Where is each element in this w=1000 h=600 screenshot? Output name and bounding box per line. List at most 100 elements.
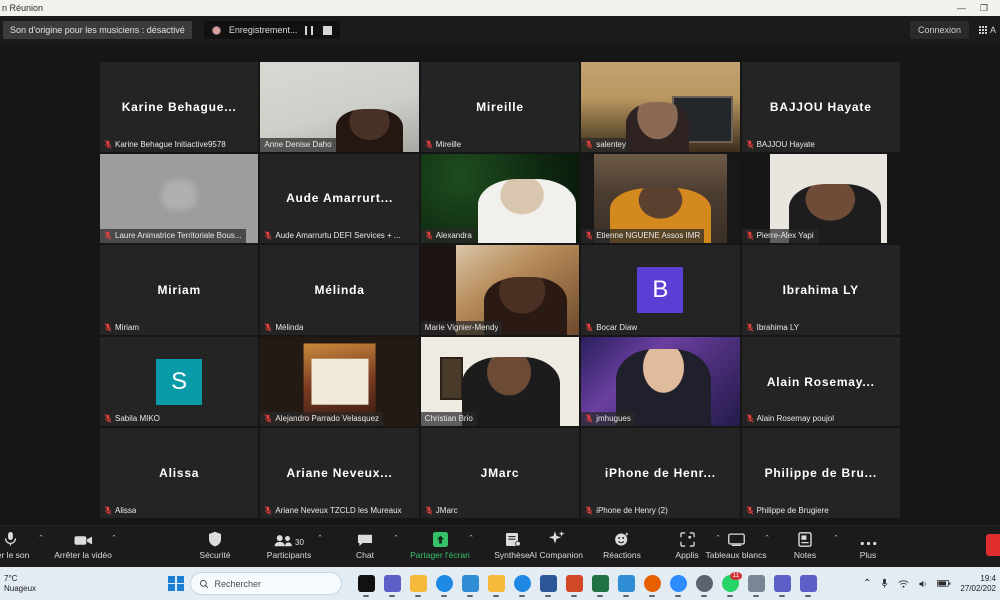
avatar: B — [637, 267, 683, 313]
wifi-icon[interactable] — [898, 579, 909, 589]
participant-name-label: Alain Rosemay poujol — [757, 414, 834, 423]
participant-tile[interactable]: Karine Behague...Karine Behague Initiact… — [100, 62, 258, 152]
whatsapp-icon[interactable]: 11 — [722, 575, 739, 592]
participant-tile[interactable]: Pierre-Alex Yapi — [742, 154, 900, 244]
toolbar-tableaux-blancs-button[interactable]: Tableaux blancs⌃ — [710, 530, 762, 560]
teams-icon[interactable] — [384, 575, 401, 592]
zoom-top-bar: Son d'origine pour les musiciens : désac… — [0, 16, 1000, 44]
participant-tile[interactable]: Ibrahima LYIbrahima LY — [742, 245, 900, 335]
taskbar-clock[interactable]: 19:4 27/02/202 — [960, 574, 996, 592]
powerpoint-icon[interactable] — [566, 575, 583, 592]
participant-display-name: Miriam — [151, 283, 206, 297]
participant-tile[interactable]: JMarcJMarc — [421, 428, 579, 518]
participant-tile[interactable]: SSabila MIKO — [100, 337, 258, 427]
participant-tile[interactable]: Laure Animatrice Territoriale Bous... — [100, 154, 258, 244]
participant-tile[interactable]: salentey — [581, 62, 739, 152]
participant-tile[interactable]: BBocar Diaw — [581, 245, 739, 335]
participant-tile[interactable]: iPhone de Henr...iPhone de Henry (2) — [581, 428, 739, 518]
participant-tile[interactable]: Aude Amarrurt...Aude Amarrurtu DEFI Serv… — [260, 154, 418, 244]
weather-widget[interactable]: 7°C Nuageux — [4, 574, 36, 592]
leave-meeting-button[interactable] — [986, 534, 1000, 556]
recording-label: Enregistrement... — [229, 25, 298, 35]
connexion-button[interactable]: Connexion — [910, 21, 969, 39]
participant-name-label: Christian Brio — [425, 414, 473, 423]
participant-tile[interactable]: BAJJOU HayateBAJJOU Hayate — [742, 62, 900, 152]
toolbar-iver-le-son-button[interactable]: iver le son⌃ — [0, 530, 36, 560]
participant-tile[interactable]: MélindaMélinda — [260, 245, 418, 335]
toolbar-notes-button[interactable]: Notes⌃ — [779, 530, 831, 560]
pause-icon[interactable] — [305, 26, 315, 35]
edge-icon[interactable] — [436, 575, 453, 592]
settings-gear-icon[interactable] — [696, 575, 713, 592]
toolbar-partager-l-cran-button[interactable]: Partager l'écran⌃ — [414, 530, 466, 560]
participant-tile[interactable]: MireilleMireille — [421, 62, 579, 152]
participant-tile[interactable]: Alejandro Parrado Velasquez — [260, 337, 418, 427]
battery-icon[interactable] — [937, 579, 951, 588]
settings-app-icon[interactable] — [462, 575, 479, 592]
restore-button[interactable]: ❐ — [980, 4, 988, 13]
zoom-icon[interactable] — [670, 575, 687, 592]
chevron-up-icon[interactable]: ⌃ — [833, 534, 839, 542]
windows-start-icon[interactable] — [168, 576, 184, 592]
chevron-up-icon[interactable]: ⌃ — [468, 534, 474, 542]
chevron-up-icon[interactable]: ⌃ — [863, 579, 871, 589]
participant-name-label: Ariane Neveux TZCLD les Mureaux — [275, 506, 401, 515]
taskbar-app-list: 11 — [358, 575, 817, 592]
participant-tile[interactable]: Alexandra — [421, 154, 579, 244]
participant-tile[interactable]: Ariane Neveux...Ariane Neveux TZCLD les … — [260, 428, 418, 518]
participant-tile[interactable]: jmhugues — [581, 337, 739, 427]
participant-name-bar: Pierre-Alex Yapi — [742, 229, 818, 243]
participant-tile[interactable]: Alain Rosemay...Alain Rosemay poujol — [742, 337, 900, 427]
zoom-meeting-window: n Réunion — ❐ Son d'origine pour les mus… — [0, 0, 1000, 600]
participant-name-label: Ibrahima LY — [757, 323, 800, 332]
sparkle-icon — [548, 530, 565, 547]
mic-muted-icon — [585, 506, 593, 515]
toolbar-arr-ter-la-vid-o-button[interactable]: Arrêter la vidéo⌃ — [57, 530, 109, 560]
toolbar-chat-button[interactable]: Chat⌃ — [339, 530, 391, 560]
chevron-up-icon[interactable]: ⌃ — [111, 534, 117, 542]
file-explorer-icon[interactable] — [410, 575, 427, 592]
participant-name-label: Alejandro Parrado Velasquez — [275, 414, 379, 423]
toolbar-participants-button[interactable]: 30Participants⌃ — [263, 530, 315, 560]
volume-icon[interactable] — [918, 579, 928, 589]
calculator-icon[interactable] — [748, 575, 765, 592]
stop-icon[interactable] — [323, 26, 332, 35]
participant-tile[interactable]: Christian Brio — [421, 337, 579, 427]
onenote-icon[interactable] — [618, 575, 635, 592]
excel-icon[interactable] — [592, 575, 609, 592]
view-button[interactable]: A — [979, 25, 996, 35]
original-sound-status[interactable]: Son d'origine pour les musiciens : désac… — [3, 21, 192, 39]
teams-2-icon[interactable] — [774, 575, 791, 592]
participant-tile[interactable]: AlissaAlissa — [100, 428, 258, 518]
search-input[interactable]: Rechercher — [190, 572, 342, 595]
participant-name-bar: Christian Brio — [421, 412, 477, 426]
teams-new-icon[interactable] — [800, 575, 817, 592]
participant-tile[interactable]: Philippe de Bru...Philippe de Brugiere — [742, 428, 900, 518]
mic-muted-icon — [264, 414, 272, 423]
firefox-icon[interactable] — [644, 575, 661, 592]
participant-tile[interactable]: Etienne NGUENE Assos IMR — [581, 154, 739, 244]
toolbar-s-curit-button[interactable]: Sécurité — [189, 530, 241, 560]
participant-name-label: Alissa — [115, 506, 136, 515]
participant-name-label: Miriam — [115, 323, 139, 332]
toolbar-r-actions-button[interactable]: Réactions — [596, 530, 648, 560]
chevron-up-icon[interactable]: ⌃ — [38, 534, 44, 542]
word-icon[interactable] — [540, 575, 557, 592]
avatar: S — [156, 359, 202, 405]
participant-tile[interactable]: Marie Vignier-Mendy — [421, 245, 579, 335]
chevron-up-icon[interactable]: ⌃ — [764, 534, 770, 542]
file-explorer-2-icon[interactable] — [488, 575, 505, 592]
search-placeholder: Rechercher — [215, 579, 262, 589]
participant-tile[interactable]: Miriam Miriam — [100, 245, 258, 335]
participant-tile[interactable]: Anne Denise Daho — [260, 62, 418, 152]
chevron-up-icon[interactable]: ⌃ — [317, 534, 323, 542]
window-controls: — ❐ — [957, 4, 1000, 13]
toolbar-plus-button[interactable]: Plus — [842, 530, 894, 560]
edge-2-icon[interactable] — [514, 575, 531, 592]
microphone-tray-icon[interactable] — [880, 578, 889, 589]
minimize-button[interactable]: — — [957, 4, 966, 13]
widgets-icon[interactable] — [358, 575, 375, 592]
participant-name-label: salentey — [596, 140, 626, 149]
chevron-up-icon[interactable]: ⌃ — [393, 534, 399, 542]
toolbar-ai-companion-button[interactable]: AI Companion — [530, 530, 582, 560]
